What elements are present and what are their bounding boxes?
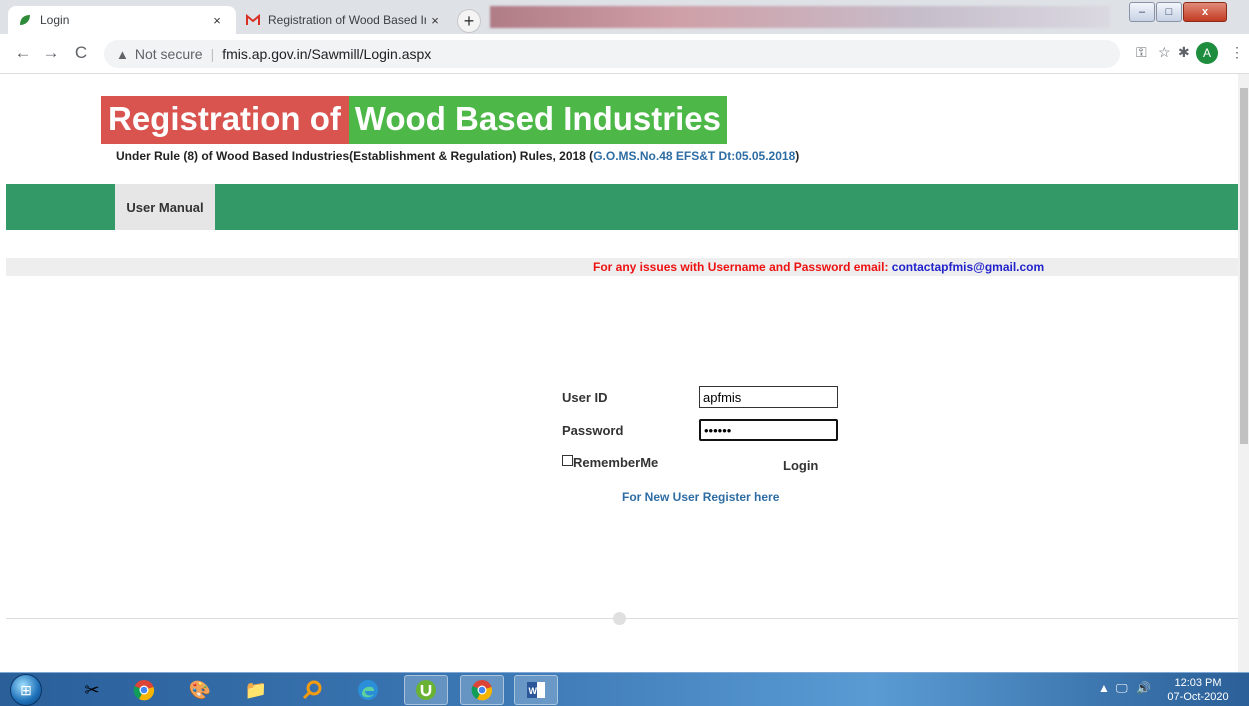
extensions-icon[interactable]: ✱ (1178, 44, 1190, 61)
volume-icon[interactable]: 🔊 (1136, 681, 1151, 695)
notice-bar: For any issues with Username and Passwor… (6, 258, 1238, 276)
maximize-button[interactable]: □ (1156, 2, 1182, 22)
close-icon[interactable]: × (208, 13, 226, 28)
page-content: Registration of Wood Based Industries Un… (0, 74, 1238, 672)
warning-icon[interactable]: ▲ (116, 47, 129, 62)
browser-tab-strip: Login × Registration of Wood Based Indu … (0, 0, 1249, 34)
file-explorer-icon[interactable]: 📁 (234, 675, 278, 705)
password-input[interactable] (699, 419, 838, 441)
window-controls: – □ x (1128, 2, 1227, 22)
user-id-label: User ID (562, 390, 608, 405)
windows-taskbar: ⊞ ✂ 🎨 📁 W ▲ 🖵 🔊 12:03 PM 07-Oct-2020 (0, 672, 1249, 706)
leaf-icon (18, 13, 32, 27)
support-email-link[interactable]: contactapfmis@gmail.com (892, 260, 1044, 274)
window-close-button[interactable]: x (1183, 2, 1227, 22)
user-id-input[interactable] (699, 386, 838, 408)
register-link[interactable]: For New User Register here (622, 490, 779, 504)
back-icon[interactable]: ← (12, 42, 34, 64)
nav-user-manual[interactable]: User Manual (115, 184, 215, 230)
blurred-tabs (490, 6, 1110, 28)
remember-me-label[interactable]: RememberMe (573, 455, 658, 470)
title-red-part: Registration of (101, 96, 349, 144)
gmail-icon (246, 13, 260, 27)
notice-message: For any issues with Username and Passwor… (593, 260, 1044, 274)
tab-registration[interactable]: Registration of Wood Based Indu × (236, 6, 454, 34)
tab-title: Registration of Wood Based Indu (268, 13, 426, 27)
tab-title: Login (40, 13, 70, 27)
scrollbar-thumb[interactable] (1240, 88, 1248, 444)
title-green-part: Wood Based Industries (348, 96, 727, 144)
new-tab-button[interactable]: + (457, 9, 481, 33)
remember-me-checkbox[interactable] (562, 455, 573, 466)
footer-dot (613, 612, 626, 625)
close-icon[interactable]: × (426, 13, 444, 28)
word-icon[interactable]: W (514, 675, 558, 705)
chrome-icon[interactable] (122, 675, 166, 705)
notice-text: For any issues with Username and Passwor… (593, 260, 892, 274)
password-label: Password (562, 423, 624, 438)
menu-icon[interactable]: ⋮ (1230, 44, 1244, 61)
subtitle-end: ) (795, 149, 800, 163)
clock-time: 12:03 PM (1174, 677, 1222, 689)
search-icon[interactable] (290, 675, 334, 705)
page-subtitle: Under Rule (8) of Wood Based Industries(… (116, 149, 799, 163)
chrome-open-icon[interactable] (460, 675, 504, 705)
svg-text:W: W (529, 686, 538, 696)
forward-icon[interactable]: → (40, 42, 62, 64)
start-button[interactable]: ⊞ (10, 674, 42, 706)
utorrent-icon[interactable] (404, 675, 448, 705)
show-hidden-icons-icon[interactable]: ▲ (1098, 681, 1110, 695)
system-clock[interactable]: 12:03 PM 07-Oct-2020 (1163, 676, 1233, 704)
address-bar[interactable]: ▲ Not secure | fmis.ap.gov.in/Sawmill/Lo… (104, 40, 1120, 68)
subtitle-text: Under Rule (8) of Wood Based Industries(… (116, 149, 594, 163)
browser-toolbar: ← → C ▲ Not secure | fmis.ap.gov.in/Sawm… (0, 34, 1249, 74)
go-reference-link[interactable]: G.O.MS.No.48 EFS&T Dt:05.05.2018 (593, 149, 795, 163)
clock-date: 07-Oct-2020 (1167, 691, 1229, 703)
key-icon[interactable]: ⚿ (1136, 44, 1147, 61)
divider: | (210, 46, 215, 62)
star-icon[interactable]: ☆ (1158, 44, 1171, 61)
reload-icon[interactable]: C (70, 42, 92, 64)
edge-icon[interactable] (346, 675, 390, 705)
paint-icon[interactable]: 🎨 (178, 675, 222, 705)
snipping-tool-icon[interactable]: ✂ (70, 675, 114, 705)
tab-login[interactable]: Login × (8, 6, 236, 34)
avatar[interactable]: A (1196, 42, 1218, 64)
minimize-button[interactable]: – (1129, 2, 1155, 22)
page-title: Registration of Wood Based Industries (101, 96, 727, 144)
network-icon[interactable]: 🖵 (1116, 681, 1128, 696)
url-text[interactable]: fmis.ap.gov.in/Sawmill/Login.aspx (222, 46, 431, 62)
security-label[interactable]: Not secure (135, 46, 203, 62)
login-button[interactable]: Login (783, 458, 818, 473)
